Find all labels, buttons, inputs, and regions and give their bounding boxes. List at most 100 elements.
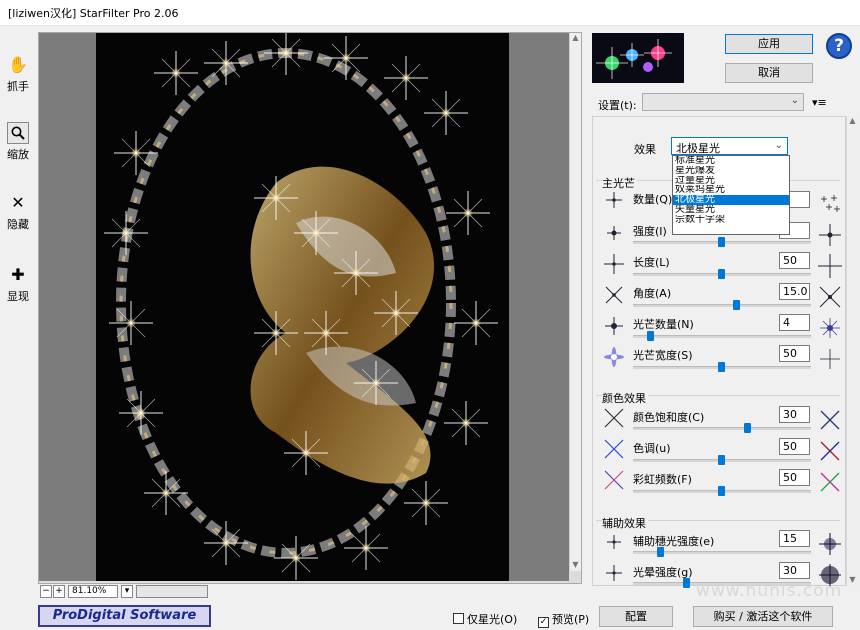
chevron-down-icon: ⌄ bbox=[774, 140, 783, 151]
plus-icon: ✚ bbox=[11, 265, 25, 284]
hand-tool[interactable]: ✋ 抓手 bbox=[2, 54, 34, 94]
effect-value: 北极星光 bbox=[676, 142, 720, 155]
scroll-up-icon[interactable]: ▲ bbox=[570, 33, 581, 42]
zoom-value[interactable]: 81.10% bbox=[68, 585, 118, 598]
effect-option[interactable]: 标准星光 bbox=[673, 156, 789, 166]
param-value[interactable]: 15 bbox=[779, 530, 810, 547]
slider-thumb[interactable] bbox=[744, 423, 751, 433]
effect-option[interactable]: 过量星光 bbox=[673, 176, 789, 186]
star-angle-icon bbox=[605, 286, 623, 304]
preview-vertical-scrollbar[interactable]: ▲ ▼ bbox=[569, 33, 581, 571]
star-rotated-icon bbox=[819, 286, 841, 308]
buy-activate-button[interactable]: 购买 / 激活这个软件 bbox=[693, 606, 833, 627]
param-label: 数量(Q) bbox=[633, 193, 673, 206]
star-long-icon bbox=[818, 254, 842, 278]
param-value[interactable]: 50 bbox=[779, 469, 810, 486]
config-button[interactable]: 配置 bbox=[599, 606, 673, 627]
param-label: 光芒宽度(S) bbox=[633, 349, 693, 362]
slider-thumb[interactable] bbox=[683, 578, 690, 588]
checkbox-box[interactable] bbox=[453, 613, 464, 624]
rainbow-frequency-icon bbox=[604, 470, 624, 490]
slider-track[interactable] bbox=[633, 427, 811, 430]
effect-option[interactable]: 奴莱坞星光 bbox=[673, 185, 789, 195]
apply-button[interactable]: 应用 bbox=[725, 34, 813, 54]
preview-checkbox[interactable]: ✓ 预览(P) bbox=[538, 611, 589, 628]
effect-option[interactable]: 星光爆发 bbox=[673, 166, 789, 176]
settings-menu-icon[interactable]: ▾≡ bbox=[812, 96, 827, 109]
param-value[interactable]: 30 bbox=[779, 406, 810, 423]
param-value[interactable]: 15.0 bbox=[779, 283, 810, 300]
param-value[interactable]: 50 bbox=[779, 345, 810, 362]
zoom-dropdown-icon[interactable]: ▾ bbox=[121, 585, 133, 598]
param-value[interactable]: 4 bbox=[779, 314, 810, 331]
slider-thumb[interactable] bbox=[718, 455, 725, 465]
reveal-tool[interactable]: ✚ 显现 bbox=[2, 264, 34, 304]
hue-icon bbox=[604, 439, 624, 459]
zoom-tool[interactable]: 缩放 bbox=[2, 122, 34, 162]
help-icon[interactable]: ? bbox=[826, 33, 852, 59]
hand-icon: ✋ bbox=[8, 55, 28, 74]
color-effects-title: 颜色效果 bbox=[602, 390, 648, 406]
effect-dropdown-list[interactable]: 标准星光 星光爆发 过量星光 奴莱坞星光 北极星光 矢量星光 宗数十字架 bbox=[672, 155, 790, 235]
hue-cross-icon bbox=[820, 441, 840, 461]
param-value[interactable]: 50 bbox=[779, 252, 810, 269]
zoom-in-button[interactable]: + bbox=[53, 585, 65, 598]
hide-tool[interactable]: ✕ 隐藏 bbox=[2, 192, 34, 232]
slider-thumb[interactable] bbox=[647, 331, 654, 341]
star-thin-icon bbox=[820, 349, 840, 369]
slider-thumb[interactable] bbox=[718, 486, 725, 496]
preview-label: 预览(P) bbox=[552, 613, 590, 626]
slider-thumb[interactable] bbox=[718, 269, 725, 279]
param-label: 角度(A) bbox=[633, 287, 672, 300]
tool-palette: ✋ 抓手 缩放 ✕ 隐藏 ✚ 显现 bbox=[0, 26, 36, 606]
aux-ray-intensity-icon bbox=[607, 535, 621, 549]
scroll-up-icon[interactable]: ▲ bbox=[847, 116, 858, 125]
rainbow-cross-icon bbox=[820, 472, 840, 492]
param-label: 强度(I) bbox=[633, 225, 667, 238]
parameters-scrollbar[interactable]: ▲ ▼ bbox=[846, 116, 858, 586]
preview-panel[interactable]: ▲ ▼ bbox=[38, 32, 582, 584]
effect-select[interactable]: 北极星光 ⌄ bbox=[671, 137, 788, 155]
hand-tool-label: 抓手 bbox=[7, 80, 29, 93]
settings-label: 设置(t): bbox=[598, 99, 637, 112]
polaris-only-label: 仅星光(O) bbox=[467, 613, 518, 626]
star-strong-icon bbox=[819, 224, 841, 246]
cancel-button[interactable]: 取消 bbox=[725, 63, 813, 83]
effect-thumbnail bbox=[592, 33, 684, 83]
slider-thumb[interactable] bbox=[718, 237, 725, 247]
effect-option[interactable]: 矢量星光 bbox=[673, 205, 789, 215]
halo-intensity-icon bbox=[606, 565, 622, 581]
scroll-down-icon[interactable]: ▼ bbox=[847, 575, 858, 584]
zoom-bar: − + 81.10% ▾ bbox=[38, 585, 582, 599]
zoom-out-button[interactable]: − bbox=[40, 585, 52, 598]
effect-option[interactable]: 宗数十字架 bbox=[673, 215, 789, 225]
slider-track[interactable] bbox=[633, 335, 811, 338]
param-label: 光芒数量(N) bbox=[633, 318, 694, 331]
effect-option-selected[interactable]: 北极星光 bbox=[673, 195, 789, 205]
slider-thumb[interactable] bbox=[718, 362, 725, 372]
stars-cluster-icon bbox=[821, 195, 840, 212]
color-cross-icon bbox=[820, 410, 840, 430]
magnifier-icon bbox=[7, 122, 29, 144]
scroll-down-icon[interactable]: ▼ bbox=[570, 560, 581, 569]
aux-star-icon bbox=[819, 533, 841, 555]
star-intensity-icon bbox=[607, 226, 621, 240]
star-quantity-icon bbox=[606, 192, 622, 208]
hide-tool-label: 隐藏 bbox=[7, 218, 29, 231]
polaris-only-checkbox[interactable]: 仅星光(O) bbox=[453, 611, 517, 627]
param-value[interactable]: 50 bbox=[779, 438, 810, 455]
param-value[interactable]: 30 bbox=[779, 562, 810, 579]
color-saturation-icon bbox=[604, 408, 624, 428]
reveal-tool-label: 显现 bbox=[7, 290, 29, 303]
slider-thumb[interactable] bbox=[733, 300, 740, 310]
star-many-rays-icon bbox=[820, 318, 840, 338]
checkbox-box-checked[interactable]: ✓ bbox=[538, 617, 549, 628]
star-length-icon bbox=[604, 254, 624, 274]
brand-logo: ProDigital Software bbox=[38, 605, 211, 627]
slider-thumb[interactable] bbox=[657, 547, 664, 557]
settings-select[interactable]: ⌄ bbox=[642, 93, 804, 111]
horizontal-scrollbar[interactable] bbox=[136, 585, 208, 598]
slider-track[interactable] bbox=[633, 304, 811, 307]
cross-icon: ✕ bbox=[11, 193, 25, 212]
preview-image[interactable] bbox=[96, 33, 509, 581]
